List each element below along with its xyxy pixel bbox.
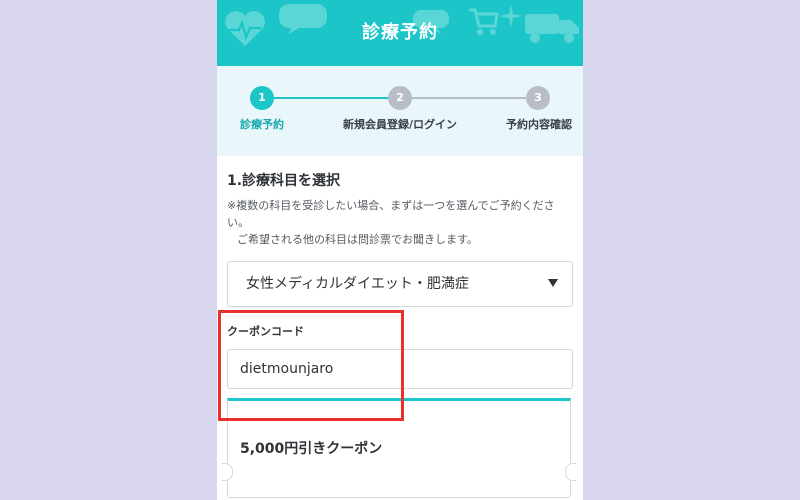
ticket-notch (565, 463, 576, 481)
step-connector (262, 97, 396, 99)
coupon-card-title: 5,000円引きクーポン (240, 441, 383, 457)
progress-steps: 1 2 3 診療予約 新規会員登録/ログイン 予約内容確認 (217, 66, 583, 156)
step-3-label: 予約内容確認 (506, 118, 572, 131)
highlight-annotation-box (218, 310, 404, 421)
step-3-marker: 3 (526, 86, 550, 110)
department-select[interactable]: 女性メディカルダイエット・肥満症 (227, 261, 573, 307)
note-line-2: ご希望される他の科目は問診票でお聞きします。 (237, 233, 478, 246)
step-2-marker: 2 (388, 86, 412, 110)
department-select-value: 女性メディカルダイエット・肥満症 (246, 276, 469, 292)
phone-screen: 診療予約 1 2 3 診療予約 新規会員登録/ログイン 予約内容確認 1.診療科… (217, 0, 583, 500)
page-title: 診療予約 (362, 22, 438, 43)
step-2-label: 新規会員登録/ログイン (342, 118, 458, 131)
step-1-marker: 1 (250, 86, 274, 110)
ticket-notch (222, 463, 233, 481)
dropdown-arrow-icon (548, 279, 558, 287)
section-note: ※複数の科目を受診したい場合、まずは一つを選んでご予約ください。 ご希望される他… (227, 197, 573, 248)
step-1-label: 診療予約 (240, 118, 284, 131)
section-title: 1.診療科目を選択 (227, 173, 341, 189)
note-line-1: ※複数の科目を受診したい場合、まずは一つを選んでご予約ください。 (227, 199, 555, 229)
header-bar: 診療予約 (217, 0, 583, 66)
step-connector (408, 97, 538, 99)
